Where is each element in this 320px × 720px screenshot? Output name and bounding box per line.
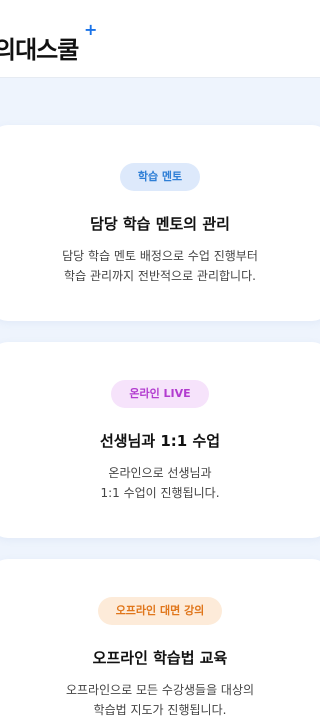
offline-badge: 오프라인 대면 강의	[97, 597, 223, 625]
offline-card-title: 오프라인 학습법 교육	[92, 649, 228, 667]
offline-desc-line2: 학습법 지도가 진행됩니다.	[93, 703, 227, 717]
mentor-card-title: 담당 학습 멘토의 관리	[90, 215, 230, 233]
feature-card-mentor: 학습 멘토 담당 학습 멘토의 관리 담당 학습 멘토 배정으로 수업 진행부터…	[0, 125, 320, 321]
online-live-desc-line2: 1:1 수업이 진행됩니다.	[100, 486, 220, 500]
logo-plus-icon: +	[84, 20, 98, 39]
app-header: 의대스쿨 +	[0, 0, 320, 78]
mentor-badge: 학습 멘토	[119, 163, 201, 191]
offline-card-description: 오프라인으로 모든 수강생들을 대상의 학습법 지도가 진행됩니다.	[0, 680, 320, 720]
feature-card-offline: 오프라인 대면 강의 오프라인 학습법 교육 오프라인으로 모든 수강생들을 대…	[0, 559, 320, 720]
online-live-desc-line1: 온라인으로 선생님과	[108, 466, 212, 480]
online-live-card-description: 온라인으로 선생님과 1:1 수업이 진행됩니다.	[0, 463, 320, 503]
offline-desc-line1: 오프라인으로 모든 수강생들을 대상의	[65, 683, 255, 697]
mentor-desc-line2: 학습 관리까지 전반적으로 관리합니다.	[64, 269, 256, 283]
logo[interactable]: 의대스쿨	[0, 30, 79, 65]
mentor-card-description: 담당 학습 멘토 배정으로 수업 진행부터 학습 관리까지 전반적으로 관리합니…	[0, 246, 320, 286]
feature-card-online-live: 온라인 LIVE 선생님과 1:1 수업 온라인으로 선생님과 1:1 수업이 …	[0, 342, 320, 538]
online-live-card-title: 선생님과 1:1 수업	[99, 432, 221, 450]
online-live-badge: 온라인 LIVE	[111, 380, 209, 408]
mentor-desc-line1: 담당 학습 멘토 배정으로 수업 진행부터	[62, 249, 258, 263]
